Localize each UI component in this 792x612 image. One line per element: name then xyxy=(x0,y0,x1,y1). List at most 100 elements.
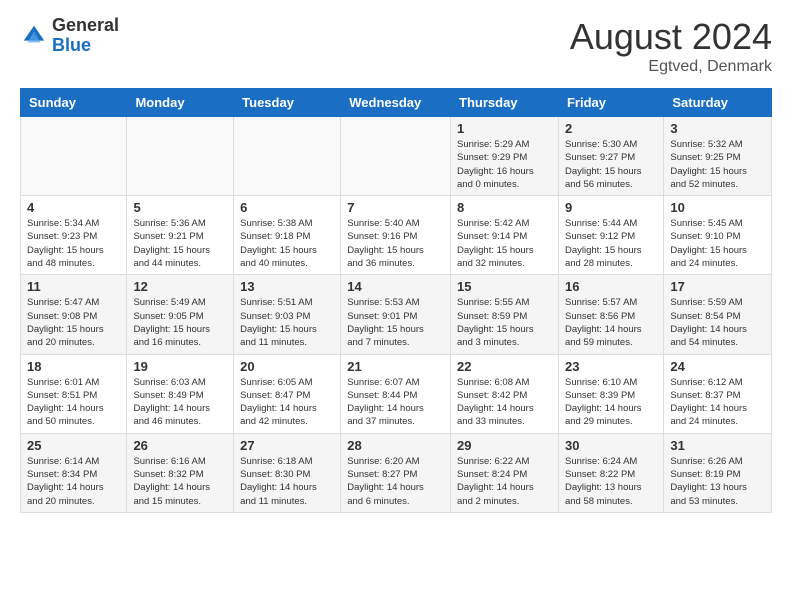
calendar-header-sunday: Sunday xyxy=(21,89,127,117)
calendar-cell xyxy=(234,117,341,196)
calendar-cell: 28Sunrise: 6:20 AM Sunset: 8:27 PM Dayli… xyxy=(341,433,451,512)
calendar-week-row: 18Sunrise: 6:01 AM Sunset: 8:51 PM Dayli… xyxy=(21,354,772,433)
logo-blue: Blue xyxy=(52,36,119,56)
day-info: Sunrise: 6:24 AM Sunset: 8:22 PM Dayligh… xyxy=(565,455,657,508)
day-number: 19 xyxy=(133,359,227,374)
day-info: Sunrise: 5:40 AM Sunset: 9:16 PM Dayligh… xyxy=(347,217,444,270)
day-number: 17 xyxy=(670,279,765,294)
day-info: Sunrise: 6:08 AM Sunset: 8:42 PM Dayligh… xyxy=(457,376,552,429)
calendar-cell: 19 Sunrise: 6:03 AM Sunset: 8:49 PM Dayli… xyxy=(127,354,234,433)
day-info: Sunrise: 6:26 AM Sunset: 8:19 PM Dayligh… xyxy=(670,455,765,508)
day-number: 29 xyxy=(457,438,552,453)
day-info: Sunrise: 5:34 AM Sunset: 9:23 PM Dayligh… xyxy=(27,217,120,270)
calendar-cell: 30 Sunrise: 6:24 AM Sunset: 8:22 PM Dayli… xyxy=(558,433,663,512)
day-info: Sunrise: 5:47 AM Sunset: 9:08 PM Dayligh… xyxy=(27,296,120,349)
calendar-cell: 29Sunrise: 6:22 AM Sunset: 8:24 PM Dayli… xyxy=(451,433,559,512)
calendar-header-tuesday: Tuesday xyxy=(234,89,341,117)
day-number: 25 xyxy=(27,438,120,453)
calendar-cell: 2 Sunrise: 5:30 AM Sunset: 9:27 PM Daylig… xyxy=(558,117,663,196)
calendar-table: SundayMondayTuesdayWednesdayThursdayFrid… xyxy=(20,88,772,513)
calendar-cell: 6 Sunrise: 5:38 AM Sunset: 9:18 PM Daylig… xyxy=(234,196,341,275)
calendar-cell: 1Sunrise: 5:29 AM Sunset: 9:29 PM Daylig… xyxy=(451,117,559,196)
day-number: 30 xyxy=(565,438,657,453)
logo-text: General Blue xyxy=(52,16,119,56)
calendar-cell: 10Sunrise: 5:45 AM Sunset: 9:10 PM Dayli… xyxy=(664,196,772,275)
calendar-cell xyxy=(21,117,127,196)
day-info: Sunrise: 5:57 AM Sunset: 8:56 PM Dayligh… xyxy=(565,296,657,349)
calendar-header-wednesday: Wednesday xyxy=(341,89,451,117)
calendar-cell: 17 Sunrise: 5:59 AM Sunset: 8:54 PM Dayli… xyxy=(664,275,772,354)
day-info: Sunrise: 5:51 AM Sunset: 9:03 PM Dayligh… xyxy=(240,296,334,349)
day-info: Sunrise: 5:38 AM Sunset: 9:18 PM Dayligh… xyxy=(240,217,334,270)
day-number: 10 xyxy=(670,200,765,215)
day-info: Sunrise: 5:29 AM Sunset: 9:29 PM Dayligh… xyxy=(457,138,552,191)
calendar-header-row: SundayMondayTuesdayWednesdayThursdayFrid… xyxy=(21,89,772,117)
calendar-header-thursday: Thursday xyxy=(451,89,559,117)
day-info: Sunrise: 5:59 AM Sunset: 8:54 PM Dayligh… xyxy=(670,296,765,349)
calendar-header-monday: Monday xyxy=(127,89,234,117)
title-section: August 2024 Egtved, Denmark xyxy=(570,16,772,76)
day-info: Sunrise: 6:07 AM Sunset: 8:44 PM Dayligh… xyxy=(347,376,444,429)
calendar-cell: 16 Sunrise: 5:57 AM Sunset: 8:56 PM Dayli… xyxy=(558,275,663,354)
calendar-week-row: 25 Sunrise: 6:14 AM Sunset: 8:34 PM Dayli… xyxy=(21,433,772,512)
day-info: Sunrise: 5:53 AM Sunset: 9:01 PM Dayligh… xyxy=(347,296,444,349)
day-number: 12 xyxy=(133,279,227,294)
day-info: Sunrise: 6:10 AM Sunset: 8:39 PM Dayligh… xyxy=(565,376,657,429)
calendar-cell: 27Sunrise: 6:18 AM Sunset: 8:30 PM Dayli… xyxy=(234,433,341,512)
day-number: 20 xyxy=(240,359,334,374)
day-number: 15 xyxy=(457,279,552,294)
day-info: Sunrise: 5:36 AM Sunset: 9:21 PM Dayligh… xyxy=(133,217,227,270)
day-number: 31 xyxy=(670,438,765,453)
day-number: 5 xyxy=(133,200,227,215)
day-number: 3 xyxy=(670,121,765,136)
day-number: 28 xyxy=(347,438,444,453)
day-number: 16 xyxy=(565,279,657,294)
day-info: Sunrise: 5:42 AM Sunset: 9:14 PM Dayligh… xyxy=(457,217,552,270)
day-info: Sunrise: 5:49 AM Sunset: 9:05 PM Dayligh… xyxy=(133,296,227,349)
calendar-cell: 5 Sunrise: 5:36 AM Sunset: 9:21 PM Daylig… xyxy=(127,196,234,275)
logo: General Blue xyxy=(20,16,119,56)
calendar-cell xyxy=(127,117,234,196)
header: General Blue August 2024 Egtved, Denmark xyxy=(20,16,772,76)
month-year: August 2024 xyxy=(570,16,772,58)
calendar-cell: 13 Sunrise: 5:51 AM Sunset: 9:03 PM Dayli… xyxy=(234,275,341,354)
day-number: 26 xyxy=(133,438,227,453)
day-info: Sunrise: 6:14 AM Sunset: 8:34 PM Dayligh… xyxy=(27,455,120,508)
day-info: Sunrise: 6:16 AM Sunset: 8:32 PM Dayligh… xyxy=(133,455,227,508)
day-number: 9 xyxy=(565,200,657,215)
logo-icon xyxy=(20,22,48,50)
day-number: 7 xyxy=(347,200,444,215)
day-number: 4 xyxy=(27,200,120,215)
location: Egtved, Denmark xyxy=(570,58,772,76)
day-number: 13 xyxy=(240,279,334,294)
day-number: 21 xyxy=(347,359,444,374)
calendar-week-row: 4 Sunrise: 5:34 AM Sunset: 9:23 PM Daylig… xyxy=(21,196,772,275)
calendar-cell: 12 Sunrise: 5:49 AM Sunset: 9:05 PM Dayli… xyxy=(127,275,234,354)
day-info: Sunrise: 6:01 AM Sunset: 8:51 PM Dayligh… xyxy=(27,376,120,429)
calendar-cell: 7 Sunrise: 5:40 AM Sunset: 9:16 PM Daylig… xyxy=(341,196,451,275)
calendar-cell xyxy=(341,117,451,196)
calendar-cell: 22Sunrise: 6:08 AM Sunset: 8:42 PM Dayli… xyxy=(451,354,559,433)
calendar-header-friday: Friday xyxy=(558,89,663,117)
calendar-week-row: 11Sunrise: 5:47 AM Sunset: 9:08 PM Dayli… xyxy=(21,275,772,354)
day-number: 2 xyxy=(565,121,657,136)
calendar-cell: 4 Sunrise: 5:34 AM Sunset: 9:23 PM Daylig… xyxy=(21,196,127,275)
calendar-cell: 26 Sunrise: 6:16 AM Sunset: 8:32 PM Dayli… xyxy=(127,433,234,512)
day-number: 6 xyxy=(240,200,334,215)
calendar-cell: 9 Sunrise: 5:44 AM Sunset: 9:12 PM Daylig… xyxy=(558,196,663,275)
day-number: 24 xyxy=(670,359,765,374)
day-info: Sunrise: 6:12 AM Sunset: 8:37 PM Dayligh… xyxy=(670,376,765,429)
calendar-cell: 31 Sunrise: 6:26 AM Sunset: 8:19 PM Dayli… xyxy=(664,433,772,512)
day-number: 23 xyxy=(565,359,657,374)
day-info: Sunrise: 6:05 AM Sunset: 8:47 PM Dayligh… xyxy=(240,376,334,429)
calendar-cell: 24 Sunrise: 6:12 AM Sunset: 8:37 PM Dayli… xyxy=(664,354,772,433)
calendar-cell: 18Sunrise: 6:01 AM Sunset: 8:51 PM Dayli… xyxy=(21,354,127,433)
day-info: Sunrise: 5:44 AM Sunset: 9:12 PM Dayligh… xyxy=(565,217,657,270)
calendar-week-row: 1Sunrise: 5:29 AM Sunset: 9:29 PM Daylig… xyxy=(21,117,772,196)
day-number: 27 xyxy=(240,438,334,453)
day-info: Sunrise: 5:55 AM Sunset: 8:59 PM Dayligh… xyxy=(457,296,552,349)
calendar-cell: 8Sunrise: 5:42 AM Sunset: 9:14 PM Daylig… xyxy=(451,196,559,275)
calendar-cell: 25 Sunrise: 6:14 AM Sunset: 8:34 PM Dayli… xyxy=(21,433,127,512)
day-info: Sunrise: 5:30 AM Sunset: 9:27 PM Dayligh… xyxy=(565,138,657,191)
day-info: Sunrise: 6:03 AM Sunset: 8:49 PM Dayligh… xyxy=(133,376,227,429)
